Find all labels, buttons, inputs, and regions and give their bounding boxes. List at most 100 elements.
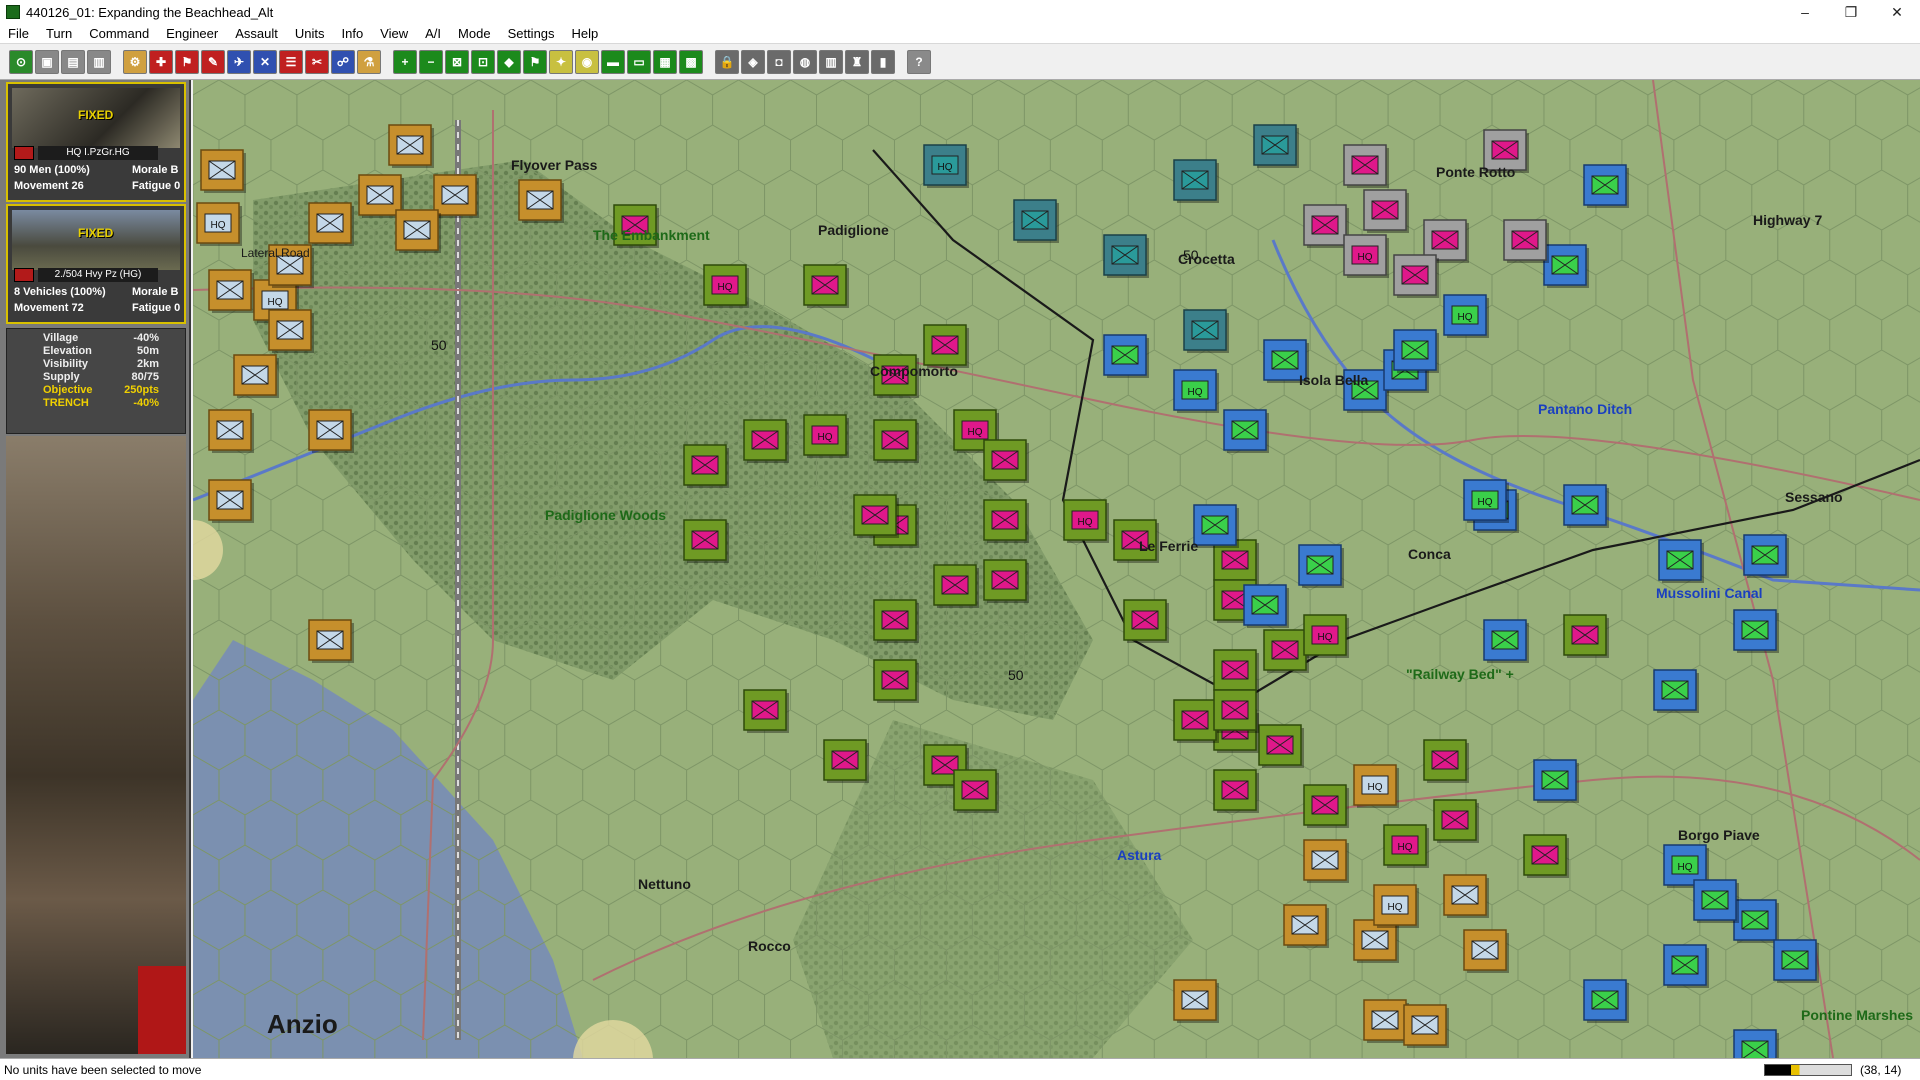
unit-counter[interactable] (1193, 504, 1239, 548)
unit-counter[interactable] (1263, 629, 1309, 673)
unit-counter[interactable]: HQ (1463, 479, 1509, 523)
unit-counter[interactable] (683, 519, 729, 563)
unit-counter[interactable] (1303, 204, 1349, 248)
tb-13-icon[interactable]: ☍ (331, 50, 355, 74)
unit-counter[interactable] (1258, 724, 1304, 768)
unit-counter[interactable]: HQ (1173, 369, 1219, 413)
unit-counter[interactable] (1463, 929, 1509, 973)
menu-ai[interactable]: A/I (417, 26, 450, 41)
tb-6-icon[interactable]: ✚ (149, 50, 173, 74)
menu-help[interactable]: Help (564, 26, 608, 41)
unit-counter[interactable] (873, 599, 919, 643)
unit-counter[interactable] (1563, 484, 1609, 528)
menu-engineer[interactable]: Engineer (158, 26, 227, 41)
center-icon[interactable]: ⊙ (9, 50, 33, 74)
map-canvas[interactable]: HQHQHQHQHQHQHQHQHQHQHQHQHQHQHQHQ505050 F… (193, 80, 1920, 1058)
tb-7-icon[interactable]: ⚑ (175, 50, 199, 74)
unit-counter[interactable] (233, 354, 279, 398)
unit-counter[interactable] (1103, 234, 1149, 278)
unit-counter[interactable]: HQ (1373, 884, 1419, 928)
tb-8-icon[interactable]: ✎ (201, 50, 225, 74)
unit-counter[interactable] (1393, 329, 1439, 373)
unit-counter[interactable]: HQ (1443, 294, 1489, 338)
unit-counter[interactable] (518, 179, 564, 223)
unit-counter[interactable] (395, 209, 441, 253)
tb-29-icon[interactable]: ◘ (767, 50, 791, 74)
unit-counter[interactable] (823, 739, 869, 783)
unit-counter[interactable]: HQ (703, 264, 749, 308)
tb-5-icon[interactable]: ⚙ (123, 50, 147, 74)
unit-counter[interactable]: HQ (1353, 764, 1399, 808)
menu-file[interactable]: File (0, 26, 38, 41)
unit-counter[interactable] (1393, 254, 1439, 298)
tb-3-icon[interactable]: ▤ (61, 50, 85, 74)
unit-counter[interactable] (1303, 784, 1349, 828)
menu-turn[interactable]: Turn (38, 26, 81, 41)
unit-counter[interactable] (1363, 999, 1409, 1043)
unit-counter[interactable] (1213, 689, 1259, 733)
unit-counter[interactable] (983, 499, 1029, 543)
unit-counter[interactable]: HQ (1063, 499, 1109, 543)
tb-18-icon[interactable]: ⊡ (471, 50, 495, 74)
unit-counter[interactable] (1433, 799, 1479, 843)
unit-counter[interactable] (208, 269, 254, 313)
unit-card-tank[interactable]: FIXED 2./504 Hvy Pz (HG) 8 Vehicles (100… (6, 204, 186, 324)
unit-counter[interactable] (1103, 334, 1149, 378)
unit-counter[interactable] (1223, 409, 1269, 453)
tb-14-icon[interactable]: ⚗ (357, 50, 381, 74)
unit-counter[interactable] (1243, 584, 1289, 628)
lock-icon[interactable]: 🔒 (715, 50, 739, 74)
unit-counter[interactable] (853, 494, 899, 538)
unit-counter[interactable] (803, 264, 849, 308)
unit-counter[interactable] (1423, 739, 1469, 783)
zoom-in-icon[interactable]: + (393, 50, 417, 74)
unit-counter[interactable]: HQ (1343, 234, 1389, 278)
unit-counter[interactable] (1173, 159, 1219, 203)
tb-30-icon[interactable]: ◍ (793, 50, 817, 74)
unit-counter[interactable] (388, 124, 434, 168)
unit-counter[interactable] (743, 419, 789, 463)
menu-mode[interactable]: Mode (450, 26, 500, 41)
unit-counter[interactable]: HQ (1383, 824, 1429, 868)
tb-28-icon[interactable]: ◈ (741, 50, 765, 74)
unit-counter[interactable] (683, 444, 729, 488)
unit-counter[interactable] (308, 409, 354, 453)
minimize-button[interactable]: – (1782, 0, 1828, 24)
menu-settings[interactable]: Settings (500, 26, 564, 41)
unit-counter[interactable] (983, 439, 1029, 483)
unit-counter[interactable] (1213, 649, 1259, 693)
unit-counter[interactable] (1503, 219, 1549, 263)
tb-23-icon[interactable]: ▬ (601, 50, 625, 74)
unit-counter[interactable] (1583, 979, 1629, 1023)
unit-counter[interactable] (983, 559, 1029, 603)
tb-31-icon[interactable]: ▥ (819, 50, 843, 74)
unit-counter[interactable] (743, 689, 789, 733)
unit-counter[interactable] (208, 479, 254, 523)
zoom-out-icon[interactable]: − (419, 50, 443, 74)
hex-map[interactable]: HQ HQ HQ HQ HQ HQ HQ HQ HQ HQ HQ HQ HQ HQ HQ HQ 50 50 50 F… (193, 80, 1920, 1058)
menu-command[interactable]: Command (81, 26, 158, 41)
unit-counter[interactable]: HQ (923, 144, 969, 188)
unit-counter[interactable] (1523, 834, 1569, 878)
tb-11-icon[interactable]: ☰ (279, 50, 303, 74)
flag-icon[interactable]: ⚑ (523, 50, 547, 74)
unit-counter[interactable] (1543, 244, 1589, 288)
unit-counter[interactable] (1733, 609, 1779, 653)
unit-counter[interactable] (1363, 189, 1409, 233)
tb-9-icon[interactable]: ✈ (227, 50, 251, 74)
help-icon[interactable]: ? (907, 50, 931, 74)
unit-counter[interactable] (1743, 534, 1789, 578)
unit-counter[interactable] (308, 202, 354, 246)
unit-counter[interactable] (1123, 599, 1169, 643)
unit-counter[interactable] (1303, 839, 1349, 883)
unit-counter[interactable] (1663, 944, 1709, 988)
unit-counter[interactable] (1658, 539, 1704, 583)
close-button[interactable]: ✕ (1874, 0, 1920, 24)
unit-counter[interactable] (208, 409, 254, 453)
maximize-button[interactable]: ❐ (1828, 0, 1874, 24)
unit-counter[interactable]: HQ (803, 414, 849, 458)
unit-counter[interactable] (1183, 309, 1229, 353)
unit-counter[interactable] (1298, 544, 1344, 588)
unit-counter[interactable] (873, 659, 919, 703)
unit-counter[interactable] (1443, 874, 1489, 918)
